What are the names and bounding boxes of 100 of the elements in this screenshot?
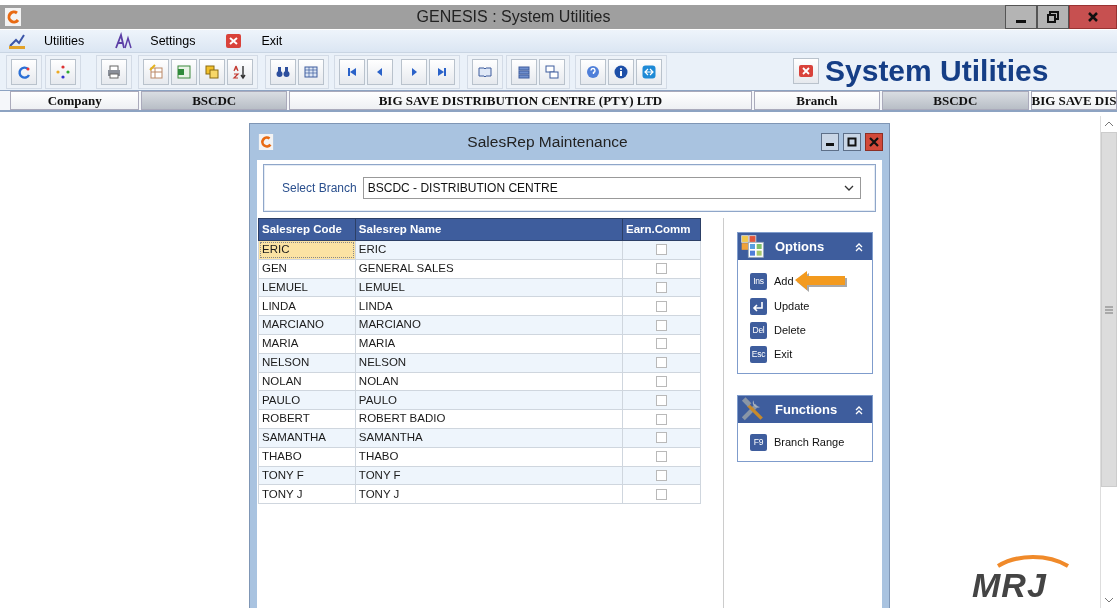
checkbox[interactable] — [656, 282, 667, 293]
dots-icon — [55, 64, 71, 80]
table-cell: TONY J — [258, 484, 356, 504]
panel-item[interactable]: Ins Add — [750, 271, 794, 291]
banner-title: System Utilities — [825, 54, 1049, 88]
toolbar-button[interactable] — [227, 59, 253, 85]
toolbar-button[interactable] — [270, 59, 296, 85]
checkbox[interactable] — [656, 394, 667, 406]
spreadsheet-icon — [176, 64, 192, 80]
restore-icon — [1047, 11, 1059, 23]
copy-icon — [204, 64, 220, 80]
checkbox[interactable] — [656, 375, 667, 387]
table-cell: GENERAL SALES — [355, 259, 623, 279]
maximize-button[interactable] — [843, 133, 861, 151]
panel-item[interactable]: Update — [750, 297, 810, 316]
table-cell: NOLAN — [258, 372, 356, 391]
column-header: Salesrep Name — [355, 218, 623, 241]
maximize-icon — [847, 137, 857, 147]
checkbox[interactable] — [656, 488, 667, 500]
close-box-icon — [798, 63, 814, 79]
toolbar-button[interactable] — [171, 59, 197, 85]
table-cell: MARIA — [258, 334, 356, 354]
search-icon — [275, 64, 291, 80]
column-header: Earn.Comm — [622, 218, 701, 241]
checkbox[interactable] — [656, 300, 667, 312]
menu-item[interactable]: Utilities — [0, 31, 85, 51]
toolbar-button[interactable] — [339, 59, 365, 85]
logo: MRJ — [958, 554, 1078, 606]
app-icon — [258, 133, 274, 151]
checkbox[interactable] — [656, 469, 667, 481]
list-icon — [516, 64, 532, 80]
checkbox[interactable] — [656, 432, 667, 444]
toolbar-button[interactable] — [298, 59, 324, 85]
checkbox[interactable] — [656, 244, 667, 256]
toolbar-button[interactable] — [636, 59, 662, 85]
field-label: Select Branch — [282, 180, 357, 197]
help-icon — [585, 64, 601, 80]
toolbar-button[interactable] — [429, 59, 455, 85]
toolbar-button[interactable] — [367, 59, 393, 85]
panel-header[interactable]: Functions — [738, 396, 872, 423]
close-box-icon — [225, 32, 244, 50]
menu-item[interactable]: Settings — [106, 31, 196, 51]
info-label: Company — [10, 91, 140, 110]
column-header: Salesrep Code — [258, 218, 356, 241]
info-label: Branch — [754, 91, 880, 110]
scrollbar-thumb[interactable] — [1101, 132, 1117, 487]
table-cell: THABO — [258, 447, 356, 467]
collapse-icon[interactable] — [854, 404, 864, 415]
info-label: BIG SAVE DIS — [1031, 91, 1117, 110]
enter-key-icon — [750, 298, 767, 315]
restore-button[interactable] — [1037, 5, 1069, 29]
panel-item[interactable]: Esc Exit — [750, 345, 793, 364]
checkbox[interactable] — [656, 319, 667, 331]
tools-icon — [740, 397, 765, 422]
edit-icon — [148, 64, 164, 80]
panel-item[interactable]: F9 Branch Range — [750, 433, 845, 452]
checkbox[interactable] — [656, 263, 667, 275]
table-cell: MARIA — [355, 334, 623, 354]
app-icon — [4, 7, 22, 27]
close-icon — [869, 137, 879, 147]
book-icon — [477, 64, 493, 80]
table-cell: LINDA — [258, 296, 356, 316]
tiles-icon — [740, 234, 765, 259]
checkbox[interactable] — [656, 357, 667, 369]
close-icon — [1087, 11, 1099, 23]
collapse-icon[interactable] — [854, 241, 864, 252]
dialog-title: SalesRep Maintenance — [466, 132, 629, 153]
table-cell: ROBERT — [258, 409, 356, 429]
menu-item[interactable]: Exit — [217, 31, 283, 51]
close-button[interactable] — [865, 133, 883, 151]
toolbar-button[interactable] — [511, 59, 537, 85]
branch-dropdown[interactable]: BSCDC - DISTRIBUTION CENTRE — [362, 177, 861, 199]
close-button[interactable] — [793, 58, 819, 84]
chevron-down-icon — [843, 185, 854, 191]
info-value: BSCDC — [141, 91, 287, 110]
table-cell: LINDA — [355, 296, 623, 316]
minimize-button[interactable] — [821, 133, 839, 151]
checkbox[interactable] — [656, 338, 667, 350]
close-button[interactable] — [1069, 5, 1117, 29]
refresh-icon — [16, 64, 32, 80]
panel-item[interactable]: Del Delete — [750, 321, 806, 340]
toolbar-button[interactable] — [401, 59, 427, 85]
window-title: GENESIS : System Utilities — [415, 7, 612, 27]
checkbox[interactable] — [656, 413, 667, 425]
toolbar-button[interactable] — [608, 59, 634, 85]
minimize-button[interactable] — [1005, 5, 1037, 29]
panel-header[interactable]: Options — [738, 233, 872, 260]
key-icon: Del — [750, 322, 767, 339]
table-cell: TONY J — [355, 484, 623, 504]
sort-icon — [232, 64, 248, 80]
key-icon: F9 — [750, 434, 767, 451]
info-label: BIG SAVE DISTRIBUTION CENTRE (PTY) LTD — [288, 91, 753, 110]
toolbar-button[interactable] — [580, 59, 606, 85]
table-cell: GEN — [258, 259, 356, 279]
font-icon — [114, 32, 133, 50]
table-cell: ROBERT BADIO — [355, 409, 623, 429]
checkbox[interactable] — [656, 451, 667, 463]
grid-icon — [303, 64, 319, 80]
table-cell: NOLAN — [355, 372, 623, 391]
table-cell: THABO — [355, 447, 623, 467]
